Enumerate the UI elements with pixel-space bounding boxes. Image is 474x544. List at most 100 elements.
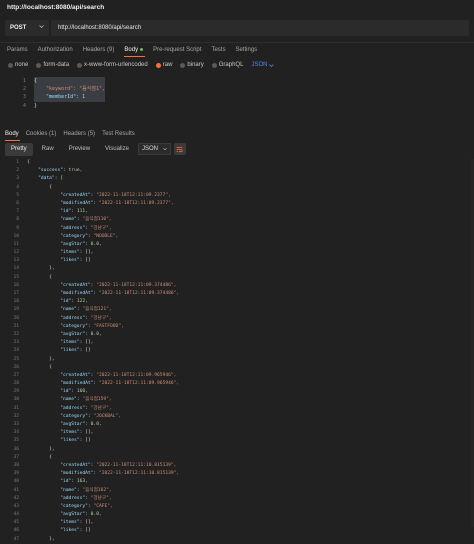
line-number: 4 (22, 102, 26, 109)
radio-selected-icon (155, 62, 161, 68)
line-number: 43 (13, 503, 19, 509)
tab-params[interactable]: Params (7, 43, 34, 57)
code-line: "items": [], (60, 520, 94, 526)
line-number: 11 (13, 241, 19, 247)
format-select[interactable]: JSON (251, 62, 275, 68)
code-line: "category": "JOCKBAL", (60, 413, 122, 419)
line-number: 28 (13, 381, 19, 387)
code-line: "name": "음식점159", (60, 397, 112, 403)
url-input[interactable]: http://localhost:8080/api/search (51, 20, 469, 36)
tab-authorization[interactable]: Authorization (38, 43, 79, 57)
wrap-lines-button[interactable] (173, 143, 186, 155)
response-tabs: Body Cookies (1) Headers (5) Test Result… (5, 127, 142, 141)
tab-pre-request-script[interactable]: Pre-request Script (153, 43, 207, 57)
code-line: } (34, 102, 38, 109)
view-label: Preview (68, 146, 91, 152)
status-dot-icon (140, 47, 144, 51)
tab-tests[interactable]: Tests (211, 43, 231, 57)
method-select[interactable]: POST (5, 20, 49, 36)
code-line: "modifiedAt": "2022-11-18T12:11:09.37448… (60, 291, 180, 296)
tab-label: Pre-request Script (153, 47, 202, 53)
tab-cookies[interactable]: Cookies (1) (26, 127, 62, 141)
line-number: 4 (16, 184, 19, 190)
line-number: 16 (13, 282, 19, 288)
tab-headers[interactable]: Headers (9) (83, 43, 121, 57)
line-numbers: 1 2 3 4 5 6 7 8 9 10 11 12 13 14 15 16 17 18 19 20 21 22 23 24 2… (5, 159, 19, 544)
method-label: POST (10, 25, 27, 31)
line-number: 9 (16, 225, 19, 231)
radio-label: raw (162, 62, 173, 68)
code-line: "memberId": 1 (34, 93, 105, 102)
tab-label: Settings (235, 47, 258, 53)
radio-icon (8, 62, 13, 68)
line-number: 37 (13, 454, 19, 460)
code-line: "category": "CAFE", (60, 503, 113, 509)
radio-urlencoded[interactable]: x-www-form-urlencoded (77, 62, 148, 68)
url-text: http://localhost:8080/api/search (58, 25, 142, 31)
format-label: JSON (141, 146, 158, 152)
radio-label: none (15, 62, 29, 68)
tab-response-body[interactable]: Body (5, 127, 24, 141)
line-number: 5 (16, 192, 19, 198)
request-body-editor[interactable]: 1 2 3 4 { "keyword": "음식점1", "memberId":… (8, 77, 468, 117)
line-numbers: 1 2 3 4 (8, 77, 26, 110)
line-number: 14 (13, 266, 19, 272)
code-line: "likes": [] (60, 348, 91, 354)
window-title: http://localhost:8080/api/search (7, 3, 105, 11)
radio-graphql[interactable]: GraphQL (211, 62, 243, 68)
code-line: }, (27, 536, 55, 542)
view-preview[interactable]: Preview (63, 143, 96, 156)
radio-label: binary (187, 62, 204, 68)
line-number: 26 (13, 364, 19, 370)
line-number: 2 (22, 86, 26, 93)
chevron-down-icon (269, 63, 275, 67)
code-line: "avgStar": 0.0, (60, 512, 102, 518)
response-body-code: { "success": true, "data": [ { "createdA… (27, 159, 179, 544)
line-number: 39 (13, 471, 19, 477)
line-number: 10 (13, 233, 19, 239)
tab-body[interactable]: Body (124, 43, 149, 57)
tab-settings[interactable]: Settings (235, 43, 263, 57)
code-line: "name": "음식점110", (60, 217, 112, 223)
code-line: "modifiedAt": "2022-11-18T12:11:09.2377"… (60, 200, 174, 206)
code-line: "id": 111, (60, 209, 88, 215)
tab-label: Test Results (102, 131, 135, 137)
code-line: "data": [ (38, 176, 64, 182)
response-body[interactable]: 1 2 3 4 5 6 7 8 9 10 11 12 13 14 15 16 17 18 19 20 21 22 23 24 2… (5, 159, 470, 542)
tab-test-results[interactable]: Test Results (102, 127, 140, 141)
radio-form-data[interactable]: form-data (36, 62, 69, 68)
response-toolbar: Pretty Raw Preview Visualize JSON (5, 142, 186, 156)
code-line: "createdAt": "2022-11-18T12:11:09.2377", (60, 192, 171, 198)
line-number: 13 (13, 258, 19, 264)
line-number: 33 (13, 422, 19, 427)
code-line: "likes": [] (60, 258, 91, 264)
response-format-select[interactable]: JSON (137, 143, 171, 155)
view-visualize[interactable]: Visualize (99, 143, 135, 156)
tab-label: Headers (5) (63, 131, 96, 137)
tab-label: Cookies (1) (25, 131, 57, 137)
radio-raw[interactable]: raw (155, 62, 173, 68)
line-number: 29 (13, 389, 19, 395)
request-body-code: { "keyword": "음식점1", "memberId": 1 } (34, 77, 105, 110)
view-pretty[interactable]: Pretty (5, 142, 33, 156)
line-number: 3 (22, 94, 26, 101)
request-row: POST http://localhost:8080/api/search (0, 14, 474, 43)
line-number: 46 (13, 528, 19, 534)
radio-none[interactable]: none (8, 62, 28, 68)
view-raw[interactable]: Raw (36, 143, 60, 156)
radio-binary[interactable]: binary (180, 62, 204, 68)
tab-label: Authorization (37, 47, 73, 53)
tab-response-headers[interactable]: Headers (5) (63, 127, 100, 141)
view-label: Raw (41, 146, 54, 152)
line-number: 36 (13, 446, 19, 452)
code-line: { (34, 77, 105, 86)
line-number: 1 (16, 160, 19, 165)
code-line: }, (27, 446, 55, 452)
line-number: 32 (13, 413, 19, 419)
code-line: { (27, 454, 52, 460)
code-line: "avgStar": 0.0, (60, 241, 102, 247)
line-number: 3 (16, 176, 19, 182)
line-number: 22 (13, 331, 19, 337)
line-number: 38 (13, 462, 19, 468)
code-line: "success": true, (38, 168, 83, 174)
